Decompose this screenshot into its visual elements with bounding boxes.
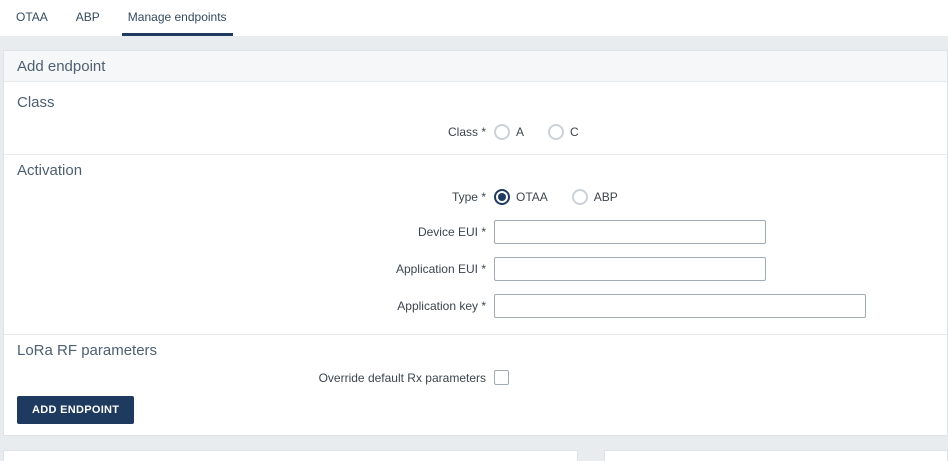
device-eui-row: Device EUI * [17,220,934,244]
radio-class-a[interactable]: A [494,124,524,140]
application-key-label: Application key * [397,299,486,313]
panel-title: Add endpoint [4,51,947,82]
tab-otaa[interactable]: OTAA [10,0,54,36]
override-row: Override default Rx parameters [17,370,934,385]
tab-abp[interactable]: ABP [70,0,106,36]
radio-type-abp[interactable]: ABP [571,189,618,205]
class-radio-group: A C [494,124,579,140]
bottom-right-card [604,450,948,461]
type-label: Type * [451,190,486,204]
device-eui-label: Device EUI * [417,225,486,239]
activation-section-heading: Activation [17,162,83,179]
add-endpoint-panel: Add endpoint Class Class * A C Activatio… [3,50,948,436]
bottom-left-card [3,450,578,461]
radio-class-c-label: C [570,125,579,139]
radio-type-otaa-label: OTAA [516,190,548,204]
application-eui-row: Application EUI * [17,257,934,281]
lora-section-heading: LoRa RF parameters [17,342,158,359]
radio-selected-icon[interactable] [494,189,510,205]
application-eui-label: Application EUI * [395,262,486,276]
type-radio-group: OTAA ABP [494,189,618,205]
radio-circle-icon[interactable] [494,124,510,140]
radio-circle-icon[interactable] [571,189,588,205]
radio-circle-icon[interactable] [548,124,565,140]
class-row: Class * A C [17,124,934,140]
tab-manage-endpoints[interactable]: Manage endpoints [121,0,233,36]
override-checkbox[interactable] [494,370,509,385]
radio-type-abp-label: ABP [593,190,618,204]
add-endpoint-button[interactable]: ADD ENDPOINT [17,396,135,424]
class-section-heading: Class [17,94,55,111]
type-row: Type * OTAA ABP [17,189,934,205]
section-class: Class Class * A C [4,94,947,154]
radio-class-a-label: A [516,125,525,139]
device-eui-field[interactable] [494,220,766,244]
application-key-field[interactable] [494,294,866,318]
section-activation: Activation Type * OTAA ABP Device EUI * … [4,154,947,334]
override-label: Override default Rx parameters [318,370,486,385]
application-eui-field[interactable] [494,257,766,281]
application-key-row: Application key * [17,294,934,318]
radio-class-c[interactable]: C [548,124,579,140]
bottom-cards-row [3,450,948,461]
class-label: Class * [447,125,486,139]
radio-type-otaa[interactable]: OTAA [494,189,548,205]
tabs-bar: OTAA ABP Manage endpoints [0,0,948,36]
section-lora-rf: LoRa RF parameters Override default Rx p… [4,334,947,435]
